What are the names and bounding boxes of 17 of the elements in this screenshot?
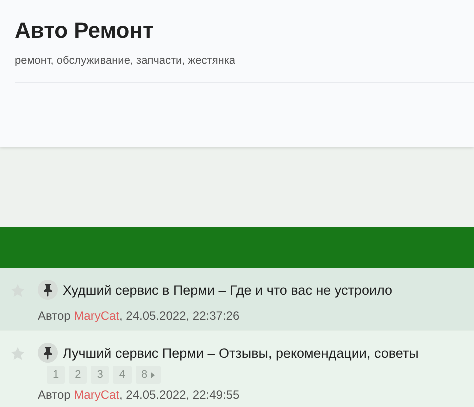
page-link[interactable]: 2: [69, 366, 88, 384]
topic-meta: Автор MaryCat, 24.05.2022, 22:37:26: [38, 309, 241, 323]
page-link[interactable]: 4: [113, 366, 132, 384]
topic-title[interactable]: Лучший сервис Перми – Отзывы, рекомендации, советы: [63, 346, 419, 360]
topic-meta: Автор MaryCat, 24.05.2022, 22:49:55: [38, 388, 241, 402]
forum-title: Авто Ремонт: [15, 18, 155, 44]
author-link[interactable]: MaryCat: [74, 309, 120, 323]
caret-icon: [150, 372, 155, 378]
page-link[interactable]: 3: [91, 366, 110, 384]
page-link[interactable]: 8: [136, 366, 161, 384]
star-icon[interactable]: [10, 346, 26, 362]
page-link[interactable]: 1: [47, 366, 66, 384]
topic-row[interactable]: Лучший сервис Перми – Отзывы, рекомендации, советы 1 2 3 4 8 Автор MaryCat, 24.05.2022, 22:49:55: [0, 330, 474, 407]
topic-row[interactable]: Худший сервис в Перми – Где и что вас не устроило Автор MaryCat, 24.05.2022, 22:37:26: [0, 268, 474, 330]
topic-title[interactable]: Худший сервис в Перми – Где и что вас не устроило: [63, 282, 393, 298]
author-link[interactable]: MaryCat: [74, 388, 120, 402]
forum-description: ремонт, обслуживание, запчасти, жестянка: [15, 55, 237, 67]
